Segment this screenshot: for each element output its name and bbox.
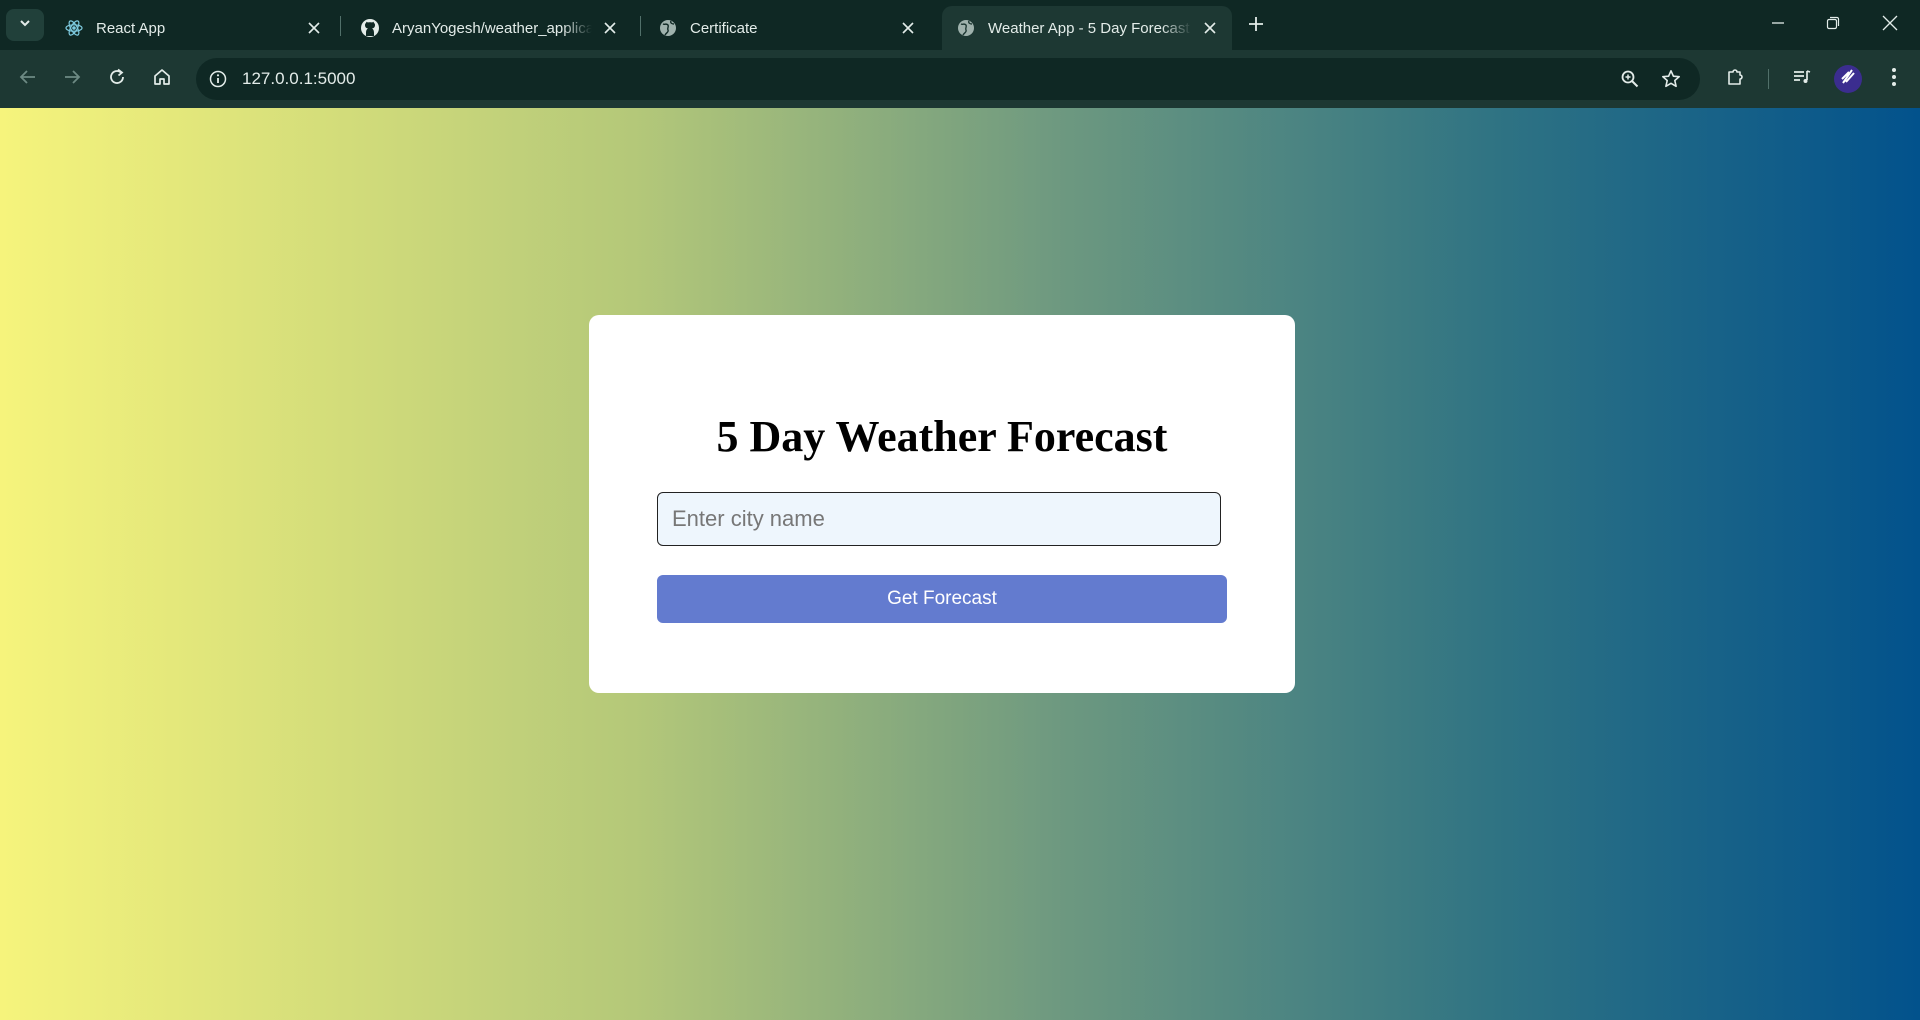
tab-weather-app[interactable]: Weather App - 5 Day Forecast (942, 6, 1232, 50)
puzzle-icon (1726, 67, 1746, 92)
page-title: 5 Day Weather Forecast (716, 412, 1168, 461)
restore-button[interactable] (1813, 8, 1853, 42)
tab-certificate[interactable]: Certificate (644, 6, 930, 50)
get-forecast-button[interactable]: Get Forecast (657, 575, 1227, 623)
tab-search-button[interactable] (6, 9, 44, 41)
browser-menu-button[interactable] (1878, 63, 1910, 95)
media-control-button[interactable] (1786, 63, 1818, 95)
minimize-button[interactable] (1758, 8, 1798, 42)
globe-icon (658, 18, 678, 38)
toolbar-divider (1768, 69, 1769, 89)
back-button[interactable] (12, 63, 44, 95)
new-tab-button[interactable] (1242, 12, 1270, 40)
home-button[interactable] (146, 63, 178, 95)
close-icon[interactable] (600, 18, 620, 38)
home-icon (153, 68, 171, 91)
forecast-card: 5 Day Weather Forecast Get Forecast (589, 315, 1295, 693)
city-search-input[interactable] (657, 492, 1221, 546)
zoom-icon[interactable] (1618, 67, 1642, 91)
close-icon (1882, 15, 1898, 36)
forward-button[interactable] (56, 63, 88, 95)
arrow-left-icon (19, 68, 37, 91)
close-window-button[interactable] (1870, 8, 1910, 42)
profile-avatar[interactable] (1834, 65, 1862, 93)
url-text: 127.0.0.1:5000 (242, 69, 356, 88)
tab-title: Weather App - 5 Day Forecast (988, 19, 1190, 37)
profile-icon (1838, 67, 1858, 92)
react-icon (64, 18, 84, 38)
minimize-icon (1771, 16, 1785, 35)
extensions-button[interactable] (1720, 63, 1752, 95)
tab-strip: React App AryanYogesh/weather_applicatio… (0, 0, 1920, 50)
tab-github-repo[interactable]: AryanYogesh/weather_application (346, 6, 632, 50)
tab-divider (640, 16, 641, 36)
browser-toolbar: 127.0.0.1:5000 (0, 50, 1920, 108)
page-viewport: 5 Day Weather Forecast Get Forecast (0, 108, 1920, 1020)
restore-icon (1826, 16, 1840, 35)
close-icon[interactable] (898, 18, 918, 38)
github-icon (360, 18, 380, 38)
bookmark-star-icon[interactable] (1659, 67, 1683, 91)
chevron-down-icon (18, 16, 32, 35)
playlist-icon (1792, 67, 1812, 92)
address-bar[interactable]: 127.0.0.1:5000 (196, 58, 1700, 100)
arrow-right-icon (63, 68, 81, 91)
reload-icon (108, 68, 126, 91)
globe-icon (956, 18, 976, 38)
tab-title: AryanYogesh/weather_application (392, 19, 592, 37)
tab-react-app[interactable]: React App (50, 6, 336, 50)
tab-divider (340, 16, 341, 36)
tab-title: React App (96, 19, 166, 37)
tab-title: Certificate (690, 19, 758, 37)
close-icon[interactable] (1200, 18, 1220, 38)
close-icon[interactable] (304, 18, 324, 38)
plus-icon (1248, 16, 1264, 37)
site-info-icon[interactable] (204, 65, 232, 93)
kebab-menu-icon (1891, 67, 1897, 92)
reload-button[interactable] (101, 63, 133, 95)
